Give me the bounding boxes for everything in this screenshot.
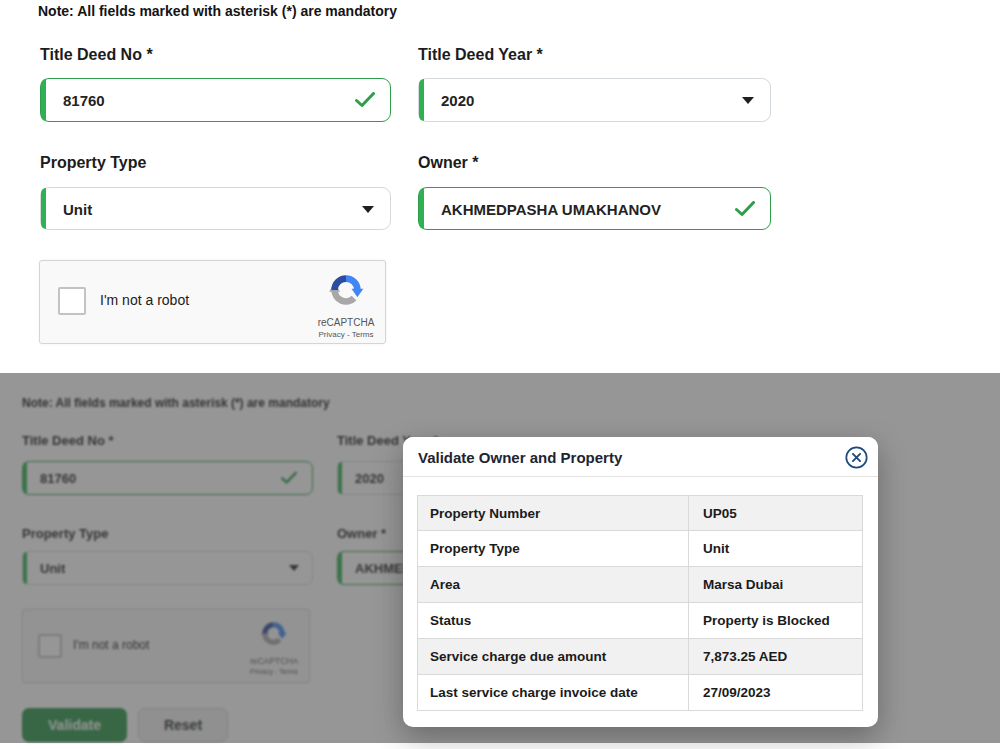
chevron-down-icon xyxy=(742,97,754,104)
recaptcha-icon xyxy=(327,271,365,309)
table-row: Last service charge invoice date 27/09/2… xyxy=(417,675,863,711)
owner-input[interactable]: AKHMEDPASHA UMAKHANOV xyxy=(418,187,771,230)
owner-label: Owner * xyxy=(418,154,478,172)
recaptcha-checkbox[interactable] xyxy=(58,287,86,315)
title-deed-year-value: 2020 xyxy=(441,92,474,109)
field-accent-bar xyxy=(41,79,46,121)
table-row: Property Type Unit xyxy=(417,531,863,567)
field-accent-bar xyxy=(419,188,424,229)
title-deed-no-value: 81760 xyxy=(63,92,105,109)
recaptcha-label: I'm not a robot xyxy=(100,292,189,308)
mandatory-note: Note: All fields marked with asterisk (*… xyxy=(38,3,397,19)
owner-value: AKHMEDPASHA UMAKHANOV xyxy=(441,200,661,217)
recaptcha-brand: reCAPTCHA xyxy=(308,317,384,328)
title-deed-no-input[interactable]: 81760 xyxy=(40,78,391,122)
table-row: Status Property is Blocked xyxy=(417,603,863,639)
valid-check-icon xyxy=(735,201,755,217)
recaptcha-widget: I'm not a robot reCAPTCHA Privacy - Term… xyxy=(39,260,386,344)
table-row: Property Number UP05 xyxy=(417,495,863,531)
chevron-down-icon xyxy=(362,206,374,213)
title-deed-no-label: Title Deed No * xyxy=(40,46,153,64)
property-type-label: Property Type xyxy=(40,154,146,172)
table-row: Area Marsa Dubai xyxy=(417,567,863,603)
property-details-table: Property Number UP05 Property Type Unit … xyxy=(417,495,863,711)
modal-title: Validate Owner and Property xyxy=(418,449,622,466)
modal-header: Validate Owner and Property xyxy=(403,437,878,477)
title-deed-year-label: Title Deed Year * xyxy=(418,46,543,64)
property-type-select[interactable]: Unit xyxy=(40,187,391,230)
valid-check-icon xyxy=(355,92,375,108)
property-type-value: Unit xyxy=(63,200,92,217)
table-row: Service charge due amount 7,873.25 AED xyxy=(417,639,863,675)
close-icon[interactable] xyxy=(845,446,868,469)
field-accent-bar xyxy=(419,79,424,121)
dimmed-form-section: Note: All fields marked with asterisk (*… xyxy=(0,373,1000,743)
recaptcha-privacy-terms[interactable]: Privacy - Terms xyxy=(308,330,384,339)
title-deed-year-select[interactable]: 2020 xyxy=(418,78,771,122)
field-accent-bar xyxy=(41,188,46,229)
validate-modal: Validate Owner and Property Property Num… xyxy=(403,437,878,727)
